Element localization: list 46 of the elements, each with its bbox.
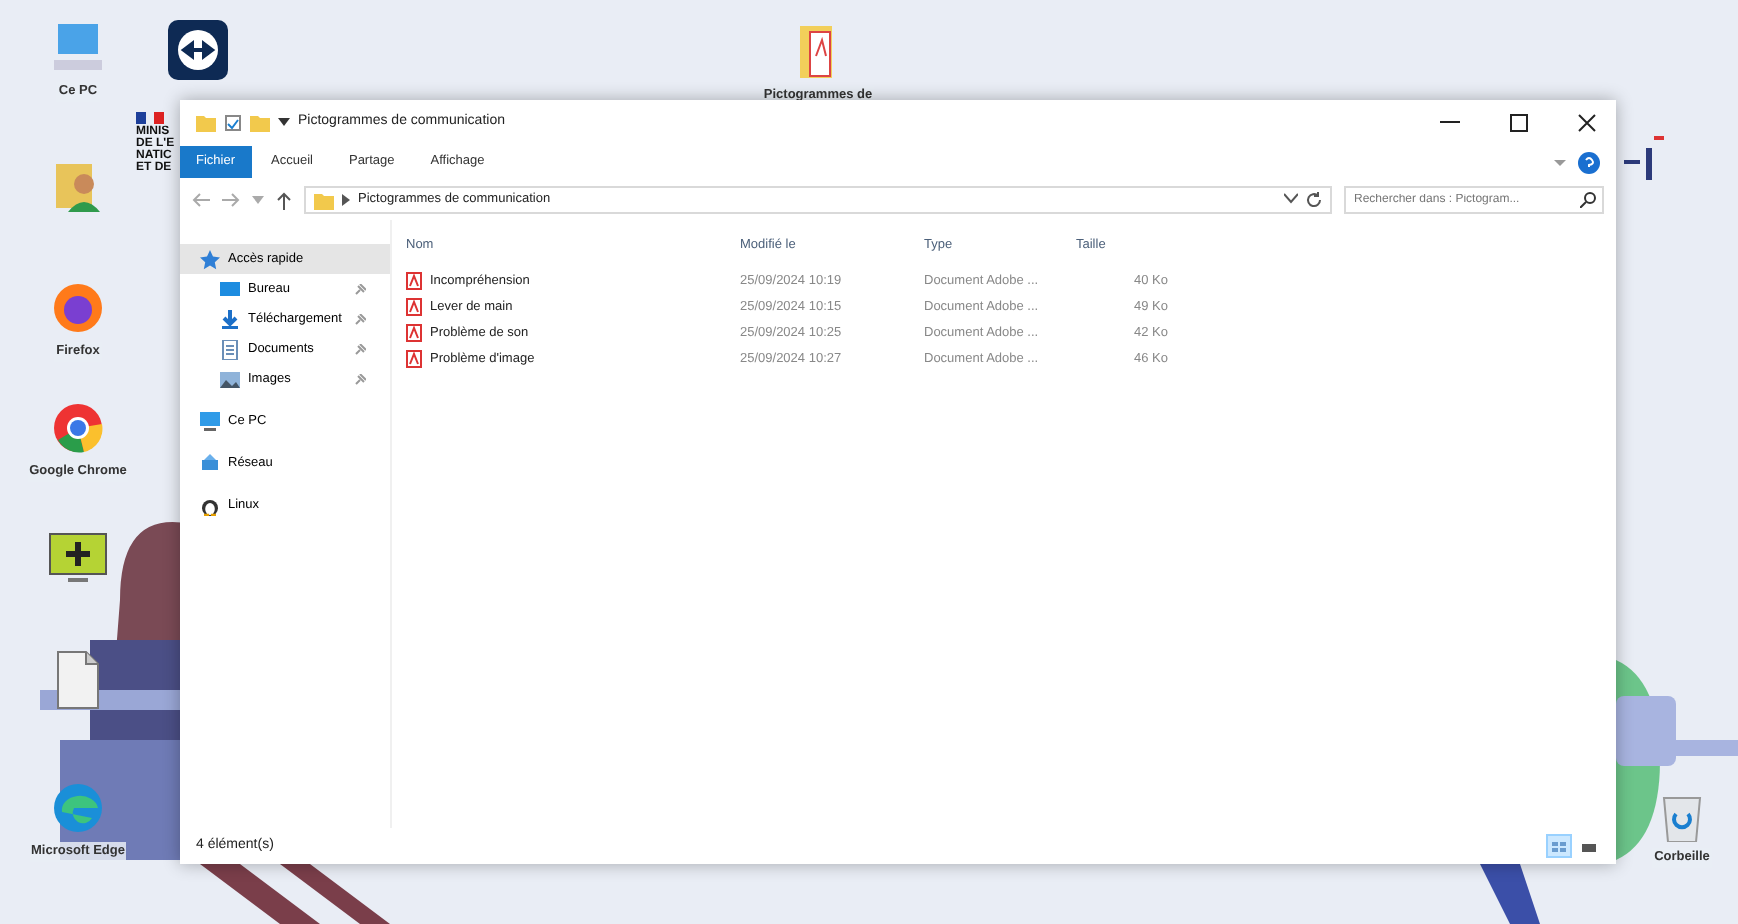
pin-icon	[354, 313, 366, 325]
pdf-folder-icon	[798, 24, 838, 80]
pdf-icon	[406, 298, 422, 316]
browser-icon	[50, 400, 106, 456]
pdf-icon	[406, 350, 422, 368]
search-icon	[1580, 192, 1596, 208]
document-icon	[220, 339, 240, 359]
browser-icon	[50, 280, 106, 336]
document-icon	[54, 650, 102, 710]
logo-mark-drawing	[1624, 136, 1664, 180]
new-folder-icon	[250, 113, 270, 131]
minimize-icon	[1440, 120, 1460, 124]
help-icon	[1578, 151, 1600, 173]
flag-icon	[136, 112, 164, 124]
computer-icon	[50, 20, 106, 76]
caret-icon	[278, 116, 290, 128]
maximize-icon	[1509, 113, 1527, 131]
caret-icon	[252, 194, 264, 206]
properties-icon	[224, 113, 242, 131]
image-icon	[220, 369, 240, 389]
close-icon	[1577, 113, 1595, 131]
computer-icon	[200, 411, 220, 431]
pdf-icon	[406, 272, 422, 290]
rectangle-icon	[1580, 839, 1598, 853]
chevron-icon	[342, 194, 350, 206]
back-arrow-icon	[192, 192, 210, 208]
folder-icon	[314, 191, 334, 209]
pdf-icon	[406, 324, 422, 342]
dropdown-icon	[1284, 192, 1298, 204]
monitor-plus-icon	[48, 530, 108, 586]
download-icon	[220, 309, 240, 329]
penguin-icon	[200, 495, 220, 515]
forward-arrow-icon	[222, 192, 240, 208]
pin-icon	[354, 373, 366, 385]
pin-icon	[354, 283, 366, 295]
up-arrow-icon	[276, 191, 292, 209]
pin-icon	[354, 343, 366, 355]
folder-icon	[196, 113, 216, 131]
grid-icon	[1550, 839, 1568, 853]
refresh-icon	[1306, 192, 1322, 208]
star-icon	[200, 249, 220, 269]
browser-icon	[50, 780, 106, 836]
network-icon	[200, 453, 220, 473]
desktop-icon	[220, 279, 240, 299]
expand-ribbon-icon	[1554, 156, 1566, 168]
remote-control-icon	[168, 20, 228, 80]
